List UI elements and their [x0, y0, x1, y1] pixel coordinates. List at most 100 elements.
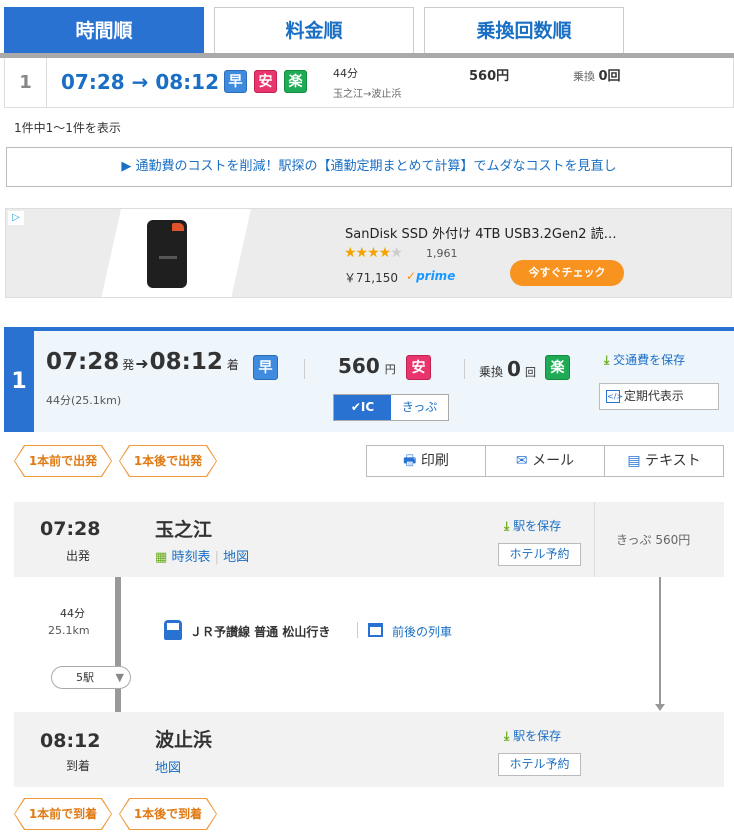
ticket-fare: きっぷ 560円	[616, 533, 691, 547]
ic-toggle-option[interactable]: ✔IC	[334, 395, 391, 420]
detail-times: 07:28 発➜08:12 着	[46, 349, 239, 375]
mail-icon: ✉	[515, 453, 528, 469]
commuter-pass-button[interactable]: </> 定期代表示	[599, 383, 719, 410]
check-icon: ✔	[350, 400, 361, 414]
ic-ticket-toggle[interactable]: ✔IC きっぷ	[333, 394, 449, 421]
download-icon: ⤓	[504, 729, 510, 743]
arrow-icon: ➜	[135, 354, 149, 373]
dep-time: 07:28	[46, 349, 120, 375]
departure-time: 07:28	[40, 518, 101, 540]
timetable-link[interactable]: 時刻表	[171, 550, 210, 565]
departure-block: 07:28 出発 玉之江 ▦ 時刻表 | 地図 ⤓ 駅を保存 ホテル予約 きっぷ…	[14, 502, 724, 577]
ticket-toggle-option[interactable]: きっぷ	[391, 395, 448, 420]
fast-badge: 早	[224, 70, 247, 93]
arrival-block: 08:12 到着 波止浜 地図 ⤓ 駅を保存 ホテル予約	[14, 712, 724, 787]
document-icon: ▤	[627, 453, 641, 469]
route-detail-header: 1 07:28 発➜08:12 着 早 44分(25.1km) 560 円 安 ✔IC…	[4, 327, 734, 432]
text-button[interactable]: ▤ テキスト	[605, 446, 723, 476]
detail-index: 1	[4, 331, 34, 432]
fare-range-line	[659, 577, 661, 707]
commuter-cost-banner[interactable]: ▶ 通勤費のコストを削減！駅探の【通勤定期まとめて計算】でムダなコストを見直し	[6, 147, 732, 187]
tab-fare-order[interactable]: 料金順	[214, 7, 414, 53]
separator	[357, 622, 358, 638]
departure-type: 出発	[66, 549, 91, 563]
summary-duration: 44分	[333, 67, 358, 80]
prev-next-trains-link[interactable]: 前後の列車	[392, 623, 452, 640]
arr-suffix: 着	[226, 358, 239, 372]
later-departure-button[interactable]: 1本後で出発	[119, 445, 217, 477]
train-line: ＪＲ予讃線 普通 松山行き	[190, 625, 331, 639]
divider	[304, 359, 305, 379]
fare-unit: 円	[384, 363, 396, 376]
tab-transfer-order[interactable]: 乗換回数順	[424, 7, 624, 53]
transfer-label: 乗換	[479, 365, 504, 379]
download-icon: ⤓	[504, 519, 510, 533]
departure-map-link[interactable]: 地図	[223, 550, 249, 565]
ad-choices-icon[interactable]: ▷	[8, 211, 24, 225]
segment-duration: 44分	[60, 607, 85, 620]
easy-badge: 楽	[284, 70, 307, 93]
detail-fare: 560 円	[338, 354, 396, 378]
print-button[interactable]: 🖶 印刷	[367, 446, 486, 476]
printer-icon: 🖶	[403, 453, 417, 469]
train-icon	[164, 620, 182, 640]
arr-time: 08:12	[149, 349, 223, 375]
cheap-badge: 安	[254, 70, 277, 93]
calendar-icon	[368, 623, 383, 637]
route-line	[115, 577, 121, 712]
dep-suffix: 発	[122, 358, 135, 372]
segment-distance: 25.1km	[48, 624, 90, 637]
ad-title[interactable]: SanDisk SSD 外付け 4TB USB3.2Gen2 読…	[345, 223, 617, 242]
save-arrival-station[interactable]: ⤓ 駅を保存	[504, 727, 561, 744]
detail-cheap-badge: 安	[406, 355, 431, 380]
divider	[464, 359, 465, 379]
transfers-label: 乗換	[573, 70, 595, 83]
timetable-icon: ▦	[155, 550, 168, 565]
summary-transfers: 乗換 0回	[573, 65, 621, 84]
ad-banner[interactable]: ▷ SanDisk SSD 外付け 4TB USB3.2Gen2 読… ★★★★…	[5, 208, 732, 298]
arrival-time: 08:12	[40, 730, 101, 752]
stops-toggle[interactable]: 5駅 ▼	[51, 666, 131, 689]
detail-easy-badge: 楽	[545, 355, 570, 380]
ad-review-count: 1,961	[426, 247, 458, 260]
summary-fare: 560円	[469, 69, 510, 84]
prime-logo-icon: ✓prime	[406, 269, 456, 283]
transfer-unit: 回	[524, 366, 536, 379]
arrival-station[interactable]: 波止浜	[155, 725, 212, 752]
transfers-value: 0回	[598, 69, 621, 84]
fare-value: 560	[338, 354, 380, 378]
detail-fast-badge: 早	[253, 355, 278, 380]
arrival-map-link[interactable]: 地図	[155, 757, 181, 776]
ad-star-rating: ★★★★★	[344, 245, 403, 261]
save-fare-link[interactable]: ⤓ 交通費を保存	[604, 351, 685, 368]
summary-route: 玉之江→波止浜	[333, 89, 402, 100]
mail-button[interactable]: ✉ メール	[486, 446, 605, 476]
fare-divider	[594, 502, 595, 577]
arrival-hotel-button[interactable]: ホテル予約	[498, 753, 581, 776]
summary-times[interactable]: 07:28 → 08:12	[61, 70, 219, 94]
chevron-down-icon: ▼	[115, 671, 124, 684]
departure-hotel-button[interactable]: ホテル予約	[498, 543, 581, 566]
earlier-departure-button[interactable]: 1本前で出発	[14, 445, 112, 477]
code-icon: </>	[606, 390, 624, 403]
ssd-product-image	[147, 220, 187, 288]
result-count: 1件中1～1件を表示	[14, 121, 121, 135]
ad-cta-button[interactable]: 今すぐチェック	[510, 260, 624, 286]
ad-price: ￥71,150	[344, 271, 398, 285]
earlier-arrival-button[interactable]: 1本前で到着	[14, 798, 112, 830]
arrival-type: 到着	[66, 759, 91, 773]
tab-time-order[interactable]: 時間順	[4, 7, 204, 53]
route-summary-row[interactable]: 1 07:28 → 08:12 早 安 楽 44分 玉之江→波止浜 560円 乗…	[4, 58, 734, 108]
action-bar: 🖶 印刷 ✉ メール ▤ テキスト	[366, 445, 724, 477]
departure-station[interactable]: 玉之江	[155, 515, 212, 542]
later-arrival-button[interactable]: 1本後で到着	[119, 798, 217, 830]
transfer-value: 0	[507, 357, 521, 381]
detail-duration-distance: 44分(25.1km)	[46, 394, 122, 407]
fare-range-arrow	[655, 704, 665, 711]
summary-index: 1	[5, 58, 47, 107]
download-icon: ⤓	[604, 353, 610, 367]
segment-block: 44分 25.1km ＪＲ予讃線 普通 松山行き 前後の列車 5駅 ▼	[14, 577, 724, 712]
save-departure-station[interactable]: ⤓ 駅を保存	[504, 517, 561, 534]
detail-transfers: 乗換 0 回	[479, 357, 536, 381]
departure-links: ▦ 時刻表 | 地図	[155, 550, 250, 565]
